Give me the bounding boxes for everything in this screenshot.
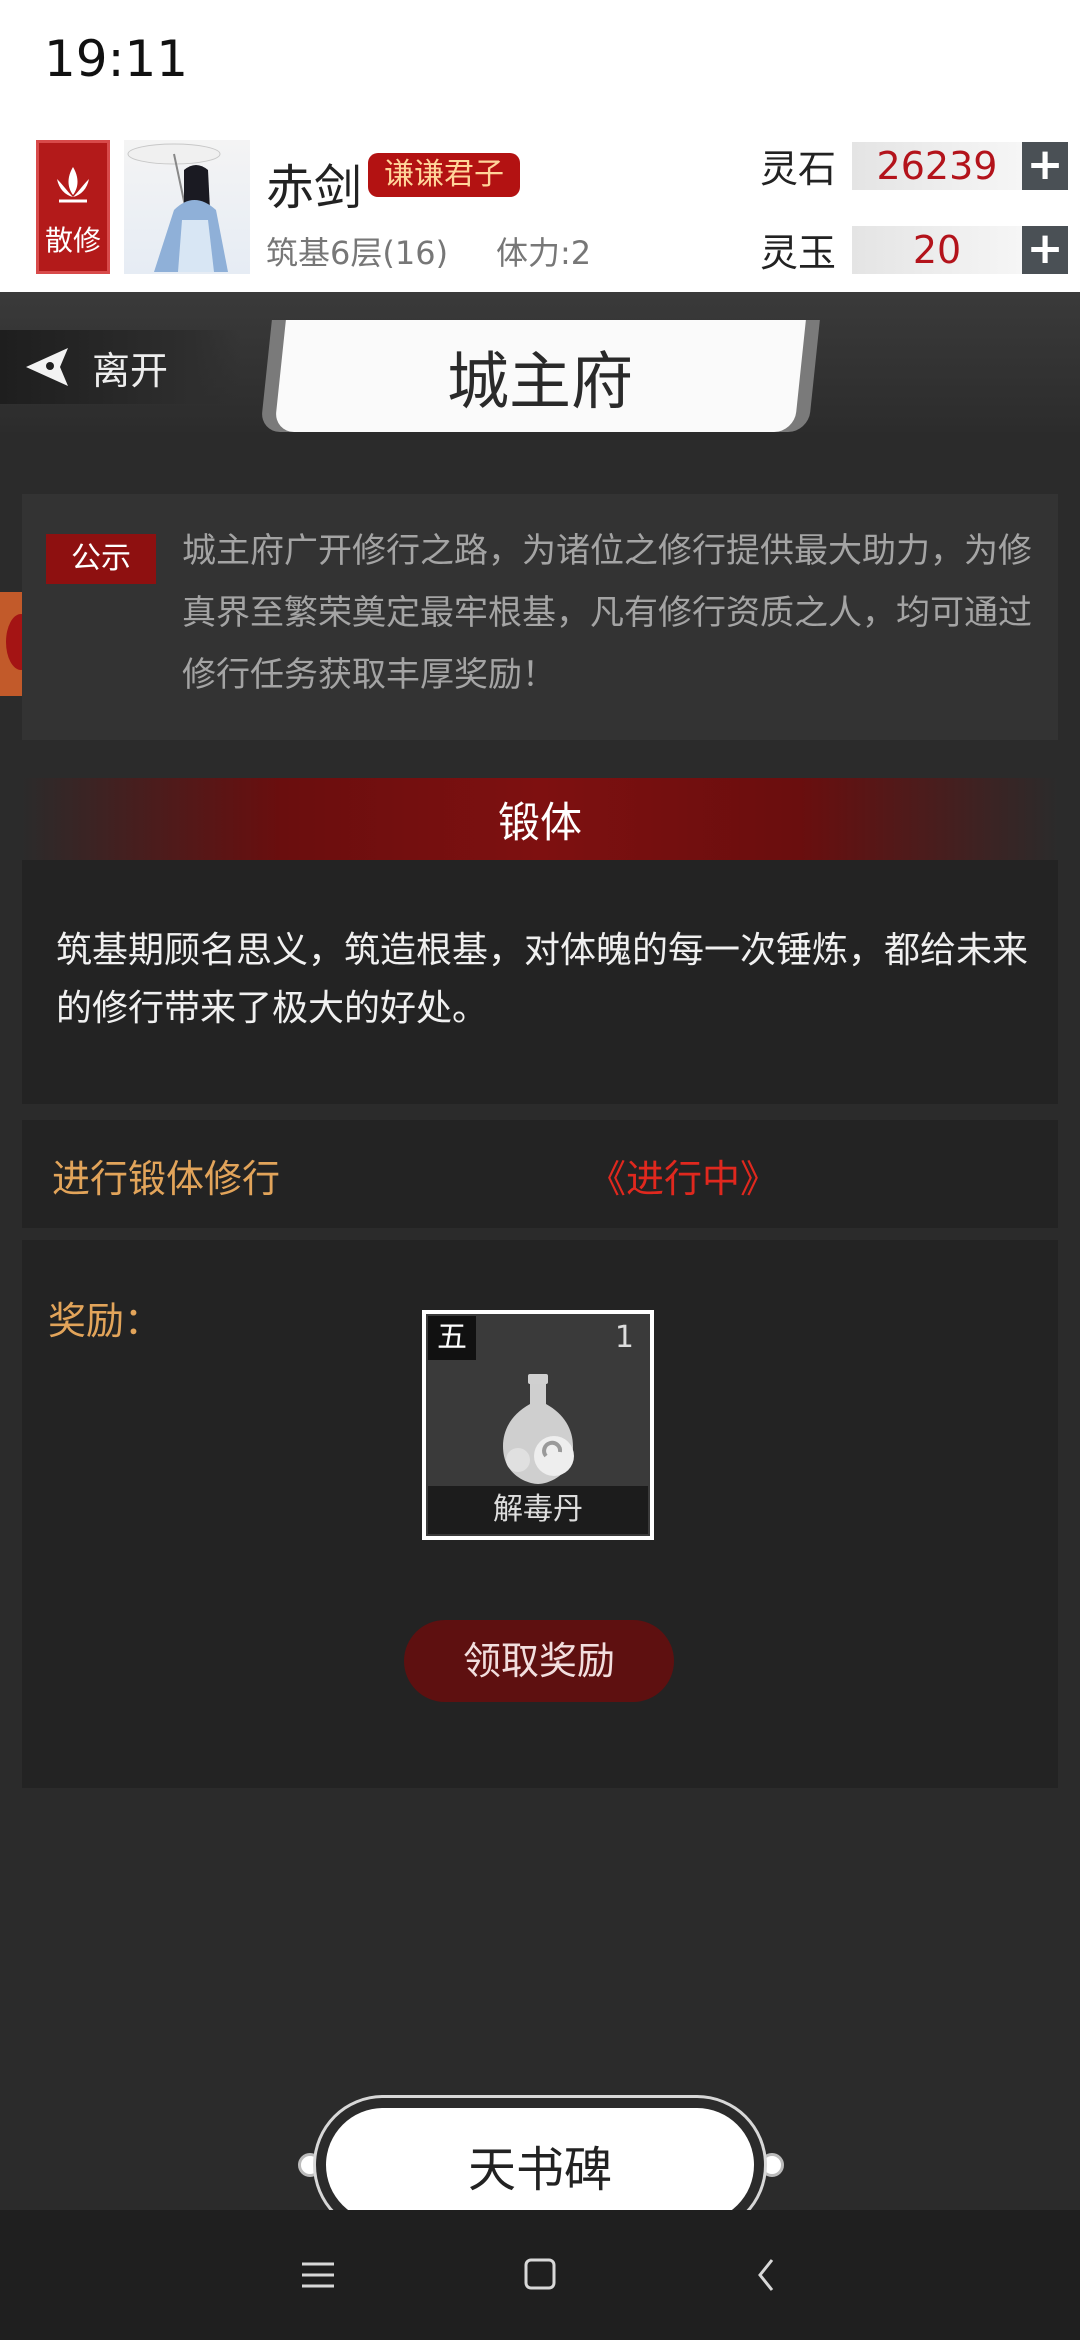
item-quantity: 1: [614, 1320, 634, 1355]
plus-icon: +: [1026, 139, 1064, 190]
item-name: 解毒丹: [428, 1486, 648, 1534]
avatar[interactable]: [124, 140, 250, 274]
spirit-stone-label: 灵石: [760, 147, 837, 191]
quest-status-label: 《进行中》: [588, 1157, 779, 1201]
page-nav-bar: 离开 城主府: [0, 292, 1080, 432]
player-name: 赤剑: [266, 160, 363, 216]
quest-description-panel: 筑基期顾名思义，筑造根基，对体魄的每一次锤炼，都给未来的修行带来了极大的好处。: [22, 860, 1058, 1104]
sect-label: 散修: [44, 224, 101, 257]
page-title: 城主府: [446, 345, 633, 418]
tianshu-stele-button[interactable]: 天书碑: [326, 2108, 754, 2222]
status-and-player-header: 19:11 散修 赤剑 谦谦君子 筑基6层(16) 体力:2 灵石 26239 …: [0, 0, 1080, 292]
system-nav-bar: [0, 2210, 1080, 2340]
reward-panel: 奖励： 五 1 解毒丹 领取奖励: [22, 1240, 1058, 1788]
quest-status-row: 进行锻体修行 《进行中》: [22, 1120, 1058, 1228]
ornament-dot-left: [298, 2153, 322, 2177]
notice-tag: 公示: [46, 534, 156, 584]
character-portrait: [127, 143, 228, 272]
quest-title: 锻体: [497, 797, 582, 847]
stamina-value: 体力:2: [496, 234, 592, 272]
notice-text: 城主府广开修行之路，为诸位之修行提供最大助力，为修真界至繁荣奠定最牢根基，凡有修…: [182, 531, 1032, 695]
spirit-jade-label: 灵玉: [760, 231, 837, 275]
home-icon[interactable]: [518, 2248, 562, 2302]
leave-label: 离开: [92, 348, 169, 393]
claim-reward-button[interactable]: 领取奖励: [404, 1620, 674, 1702]
reward-label: 奖励：: [48, 1299, 163, 1343]
quest-task: 进行锻体修行: [52, 1157, 281, 1201]
reward-item-card[interactable]: 五 1 解毒丹: [422, 1310, 654, 1540]
sect-badge[interactable]: 散修: [36, 140, 110, 274]
spirit-stone-value: 26239: [852, 142, 1022, 190]
notice-panel: 公示 城主府广开修行之路，为诸位之修行提供最大助力，为修真界至繁荣奠定最牢根基，…: [22, 494, 1058, 740]
add-spirit-stone-button[interactable]: +: [1022, 142, 1068, 190]
plus-icon: +: [1026, 223, 1064, 274]
player-title-badge: 谦谦君子: [368, 153, 520, 197]
spirit-jade-value: 20: [852, 226, 1022, 274]
ornament-dot-right: [760, 2153, 784, 2177]
item-grade: 五: [428, 1316, 476, 1360]
back-icon[interactable]: [744, 2248, 788, 2302]
page-title-tab: 城主府: [274, 320, 806, 432]
quest-description: 筑基期顾名思义，筑造根基，对体魄的每一次锤炼，都给未来的修行带来了极大的好处。: [56, 930, 1029, 1029]
cultivation-realm: 筑基6层(16): [266, 234, 449, 272]
add-spirit-jade-button[interactable]: +: [1022, 226, 1068, 274]
menu-icon[interactable]: [296, 2248, 340, 2302]
lotus-icon: [57, 167, 89, 203]
leave-arrow-icon: [26, 348, 68, 386]
status-time: 19:11: [44, 30, 189, 88]
tianshu-label: 天书碑: [467, 2142, 612, 2198]
leave-button[interactable]: 离开: [0, 330, 240, 404]
quest-title-bar: 锻体: [22, 778, 1058, 860]
pill-bottle-icon: [503, 1374, 574, 1484]
